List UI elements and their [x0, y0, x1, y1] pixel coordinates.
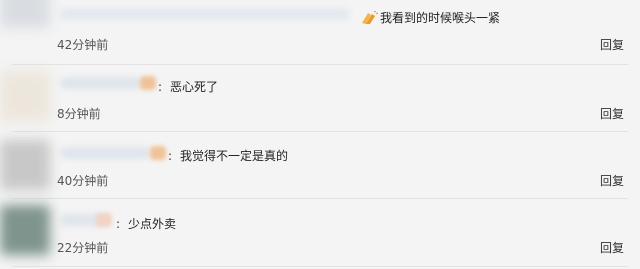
comment-time: 42分钟前	[57, 38, 109, 52]
avatar[interactable]	[0, 140, 50, 190]
reply-button[interactable]: 回复	[600, 106, 624, 122]
username-blurred[interactable]	[60, 77, 142, 89]
badge-icon	[140, 76, 156, 90]
comment-item: : 恶心死了 8分钟前 回复	[0, 65, 640, 125]
name-separator: :	[158, 80, 163, 94]
comment-text: 恶心死了	[170, 80, 219, 94]
comment-time: 22分钟前	[57, 241, 109, 255]
avatar[interactable]	[0, 71, 50, 121]
comment-text: 我觉得不一定是真的	[180, 149, 289, 163]
badge-icon	[150, 146, 166, 160]
name-separator: :	[116, 217, 121, 231]
comment-thread: 我看到的时候喉头一紧 42分钟前 回复 : 恶心死了 8分钟前 回复 : 我觉得…	[0, 0, 640, 269]
avatar[interactable]	[0, 205, 50, 255]
username-blurred[interactable]	[60, 8, 350, 20]
reply-button[interactable]: 回复	[600, 173, 624, 189]
username-blurred[interactable]	[60, 147, 150, 159]
comment-text: 我看到的时候喉头一紧	[380, 11, 501, 25]
name-separator: :	[168, 149, 173, 163]
comment-item: 我看到的时候喉头一紧 42分钟前 回复	[0, 0, 640, 60]
badge-icon	[96, 213, 112, 227]
comment-item: : 少点外卖 22分钟前 回复	[0, 199, 640, 269]
comment-time: 8分钟前	[57, 107, 101, 121]
reply-button[interactable]: 回复	[600, 37, 624, 53]
avatar[interactable]	[0, 0, 50, 28]
comment-time: 40分钟前	[57, 174, 109, 188]
comment-item: : 我觉得不一定是真的 40分钟前 回复	[0, 132, 640, 194]
divider	[12, 266, 628, 267]
comment-text: 少点外卖	[128, 217, 177, 231]
clapping-hands-icon	[362, 11, 378, 24]
reply-button[interactable]: 回复	[600, 240, 624, 256]
